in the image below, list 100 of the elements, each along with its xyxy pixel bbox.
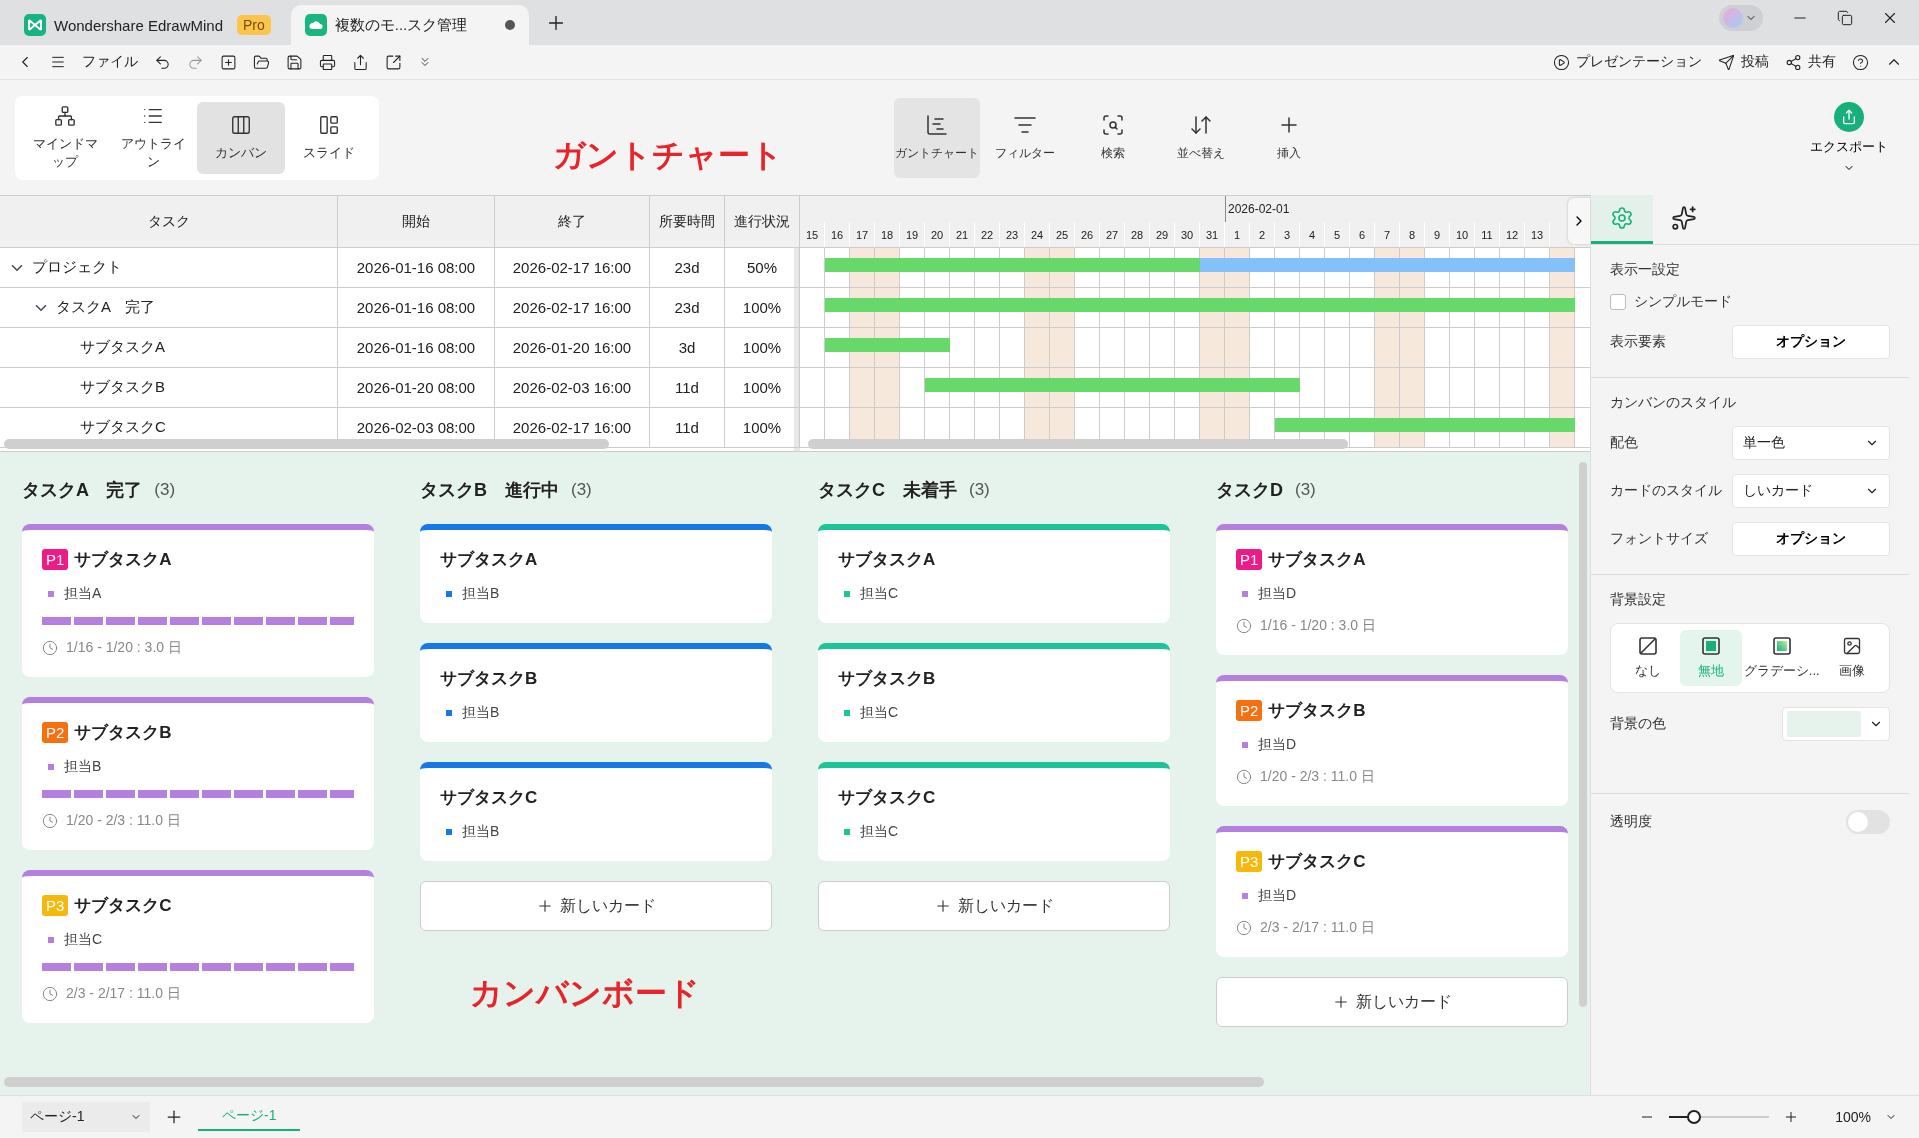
- restore-icon[interactable]: [1837, 9, 1853, 26]
- color-scheme-select[interactable]: 単一色: [1732, 426, 1890, 460]
- search-icon: [1101, 113, 1125, 137]
- assignee-name: 担当B: [64, 758, 102, 776]
- file-menu[interactable]: ファイル: [82, 53, 138, 71]
- table-cell: 2026-01-16 08:00: [338, 288, 495, 328]
- day-label: 21: [950, 222, 975, 247]
- day-label: 30: [1175, 222, 1200, 247]
- day-label: 24: [1025, 222, 1050, 247]
- view-mode-button[interactable]: アウトライン: [109, 101, 197, 174]
- clock-icon: [1236, 920, 1252, 936]
- view-mode-button[interactable]: マインドマップ: [21, 101, 109, 174]
- toggle-switch[interactable]: [1846, 810, 1890, 834]
- annotation-label: カンバンボード: [470, 974, 700, 1013]
- scrollbar-thumb[interactable]: [4, 1077, 1264, 1087]
- save-icon[interactable]: [286, 53, 303, 71]
- task-name: サブタスクB: [80, 378, 165, 397]
- task-card[interactable]: P2 サブタスクB 担当B 1/20 - 2/3 : 11.0 日: [22, 697, 374, 850]
- card-title: サブタスクB: [838, 668, 936, 690]
- day-label: 16: [825, 222, 850, 247]
- tool-button[interactable]: フィルター: [982, 97, 1068, 178]
- pro-badge: Pro: [237, 15, 271, 35]
- day-label: 5: [1325, 222, 1350, 247]
- play-icon: [1553, 53, 1570, 71]
- column-title: タスクA 完了: [22, 479, 143, 502]
- scrollbar-thumb[interactable]: [4, 439, 609, 449]
- sort-icon: [1189, 113, 1213, 137]
- background-option[interactable]: グラデーシ...: [1743, 630, 1820, 686]
- task-card[interactable]: P1 サブタスクA 担当D 1/16 - 1/20 : 3.0 日: [1216, 524, 1568, 655]
- tool-button[interactable]: 並べ替え: [1158, 97, 1244, 178]
- tool-button[interactable]: 挿入: [1246, 97, 1332, 178]
- export-button[interactable]: エクスポート: [1804, 100, 1894, 175]
- day-label: 18: [875, 222, 900, 247]
- app-tab[interactable]: Wondershare EdrawMind Pro: [10, 5, 285, 45]
- tab-title: 複数のモ...スク管理: [334, 15, 468, 35]
- task-card[interactable]: サブタスクC 担当B: [420, 762, 772, 861]
- toolbar-action[interactable]: 共有: [1785, 53, 1836, 71]
- view-mode-button[interactable]: スライド: [285, 101, 373, 174]
- zoom-value[interactable]: 100%: [1835, 1109, 1871, 1125]
- add-card-button[interactable]: 新しいカード: [818, 881, 1170, 931]
- card-title: サブタスクB: [440, 668, 538, 690]
- setting-label: カードのスタイル: [1610, 482, 1722, 500]
- solid-fill-icon: [1701, 636, 1722, 656]
- new-icon[interactable]: [220, 53, 237, 71]
- task-card[interactable]: サブタスクB 担当C: [818, 643, 1170, 742]
- column-title: タスクD: [1216, 479, 1283, 502]
- task-card[interactable]: サブタスクA 担当B: [420, 524, 772, 623]
- page-select[interactable]: ページ-1: [22, 1102, 150, 1132]
- folder-icon[interactable]: [253, 53, 270, 71]
- add-card-button[interactable]: 新しいカード: [1216, 977, 1568, 1027]
- view-mode-button[interactable]: カンバン: [197, 101, 285, 174]
- background-option[interactable]: なし: [1617, 630, 1679, 686]
- logo-icon: [24, 14, 46, 36]
- day-label: 10: [1450, 222, 1475, 247]
- redo-icon[interactable]: [187, 53, 204, 71]
- scrollbar-thumb[interactable]: [808, 439, 1348, 449]
- tool-button[interactable]: ガントチャート: [894, 97, 980, 178]
- print-icon[interactable]: [319, 53, 336, 71]
- task-card[interactable]: サブタスクC 担当C: [818, 762, 1170, 861]
- import-icon[interactable]: [385, 53, 402, 71]
- card-style-select[interactable]: しいカード: [1732, 474, 1890, 508]
- task-name: サブタスクC: [80, 418, 166, 437]
- export-icon[interactable]: [352, 53, 369, 71]
- add-card-button[interactable]: 新しいカード: [420, 881, 772, 931]
- help-icon[interactable]: [1852, 53, 1869, 71]
- checkbox[interactable]: [1610, 294, 1626, 310]
- priority-badge: P2: [42, 722, 69, 743]
- task-card[interactable]: P2 サブタスクB 担当D 1/20 - 2/3 : 11.0 日: [1216, 675, 1568, 806]
- toolbar-action[interactable]: プレゼンテーション: [1553, 53, 1702, 71]
- task-card[interactable]: サブタスクB 担当B: [420, 643, 772, 742]
- option-button[interactable]: オプション: [1732, 522, 1890, 556]
- sparkle-icon: [1671, 205, 1697, 231]
- task-card[interactable]: P3 サブタスクC 担当D 2/3 - 2/17 : 11.0 日: [1216, 826, 1568, 957]
- action-label: プレゼンテーション: [1576, 53, 1702, 71]
- task-card[interactable]: サブタスクA 担当C: [818, 524, 1170, 623]
- clock-icon: [42, 813, 58, 829]
- app-tab[interactable]: 複数のモ...スク管理: [290, 5, 530, 45]
- tool-button[interactable]: 検索: [1070, 97, 1156, 178]
- table-cell: 2026-01-20 08:00: [338, 368, 495, 408]
- scrollbar-thumb[interactable]: [1579, 462, 1587, 1007]
- day-label: 3: [1275, 222, 1300, 247]
- day-label: 17: [850, 222, 875, 247]
- column-title: タスクB 進行中: [420, 479, 559, 502]
- undo-icon[interactable]: [154, 53, 171, 71]
- task-card[interactable]: P3 サブタスクC 担当C 2/3 - 2/17 : 11.0 日: [22, 870, 374, 1023]
- task-card[interactable]: P1 サブタスクA 担当A 1/16 - 1/20 : 3.0 日: [22, 524, 374, 677]
- date-range: 1/16 - 1/20 : 3.0 日: [66, 639, 182, 657]
- priority-badge: P3: [42, 895, 69, 916]
- card-title: サブタスクA: [1268, 549, 1366, 571]
- toolbar-action[interactable]: 投稿: [1718, 53, 1769, 71]
- table-cell: 3d: [650, 328, 725, 368]
- color-select[interactable]: [1782, 707, 1890, 741]
- day-label: 11: [1475, 222, 1500, 247]
- option-button[interactable]: オプション: [1732, 325, 1890, 359]
- column-title: タスクC 未着手: [818, 479, 957, 502]
- background-option[interactable]: 画像: [1821, 630, 1883, 686]
- menu-icon[interactable]: [50, 54, 66, 70]
- more-icon[interactable]: [418, 55, 432, 69]
- date-range: 2/3 - 2/17 : 11.0 日: [1260, 919, 1375, 937]
- next-button[interactable]: [1568, 198, 1590, 244]
